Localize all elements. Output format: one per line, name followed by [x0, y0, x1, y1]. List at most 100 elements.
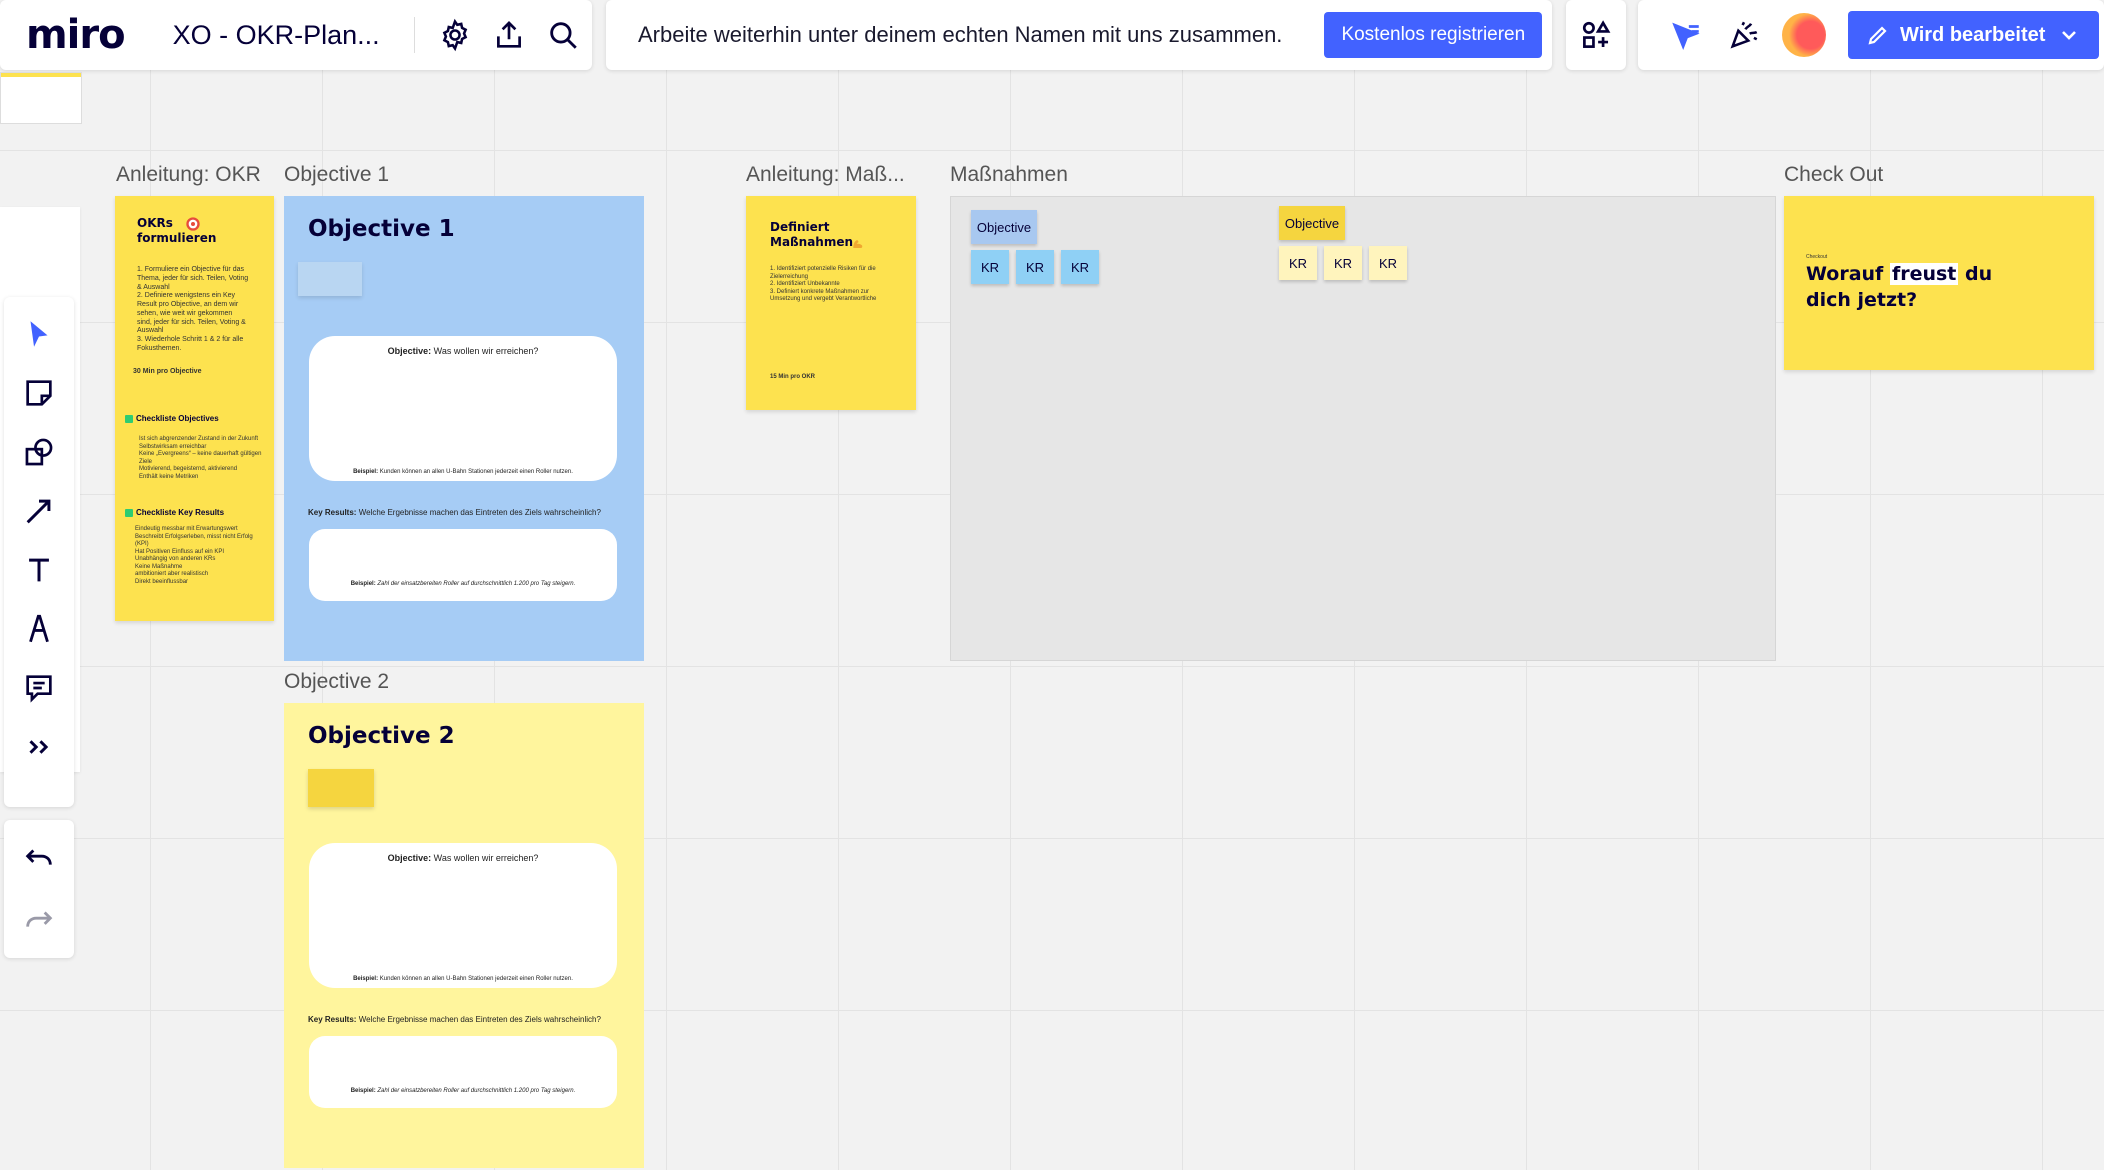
example-label: Beispiel:: [350, 581, 376, 587]
checkout-question-highlight: freust: [1889, 263, 1959, 285]
key-results-example: Zahl der einsatzbereiten Roller auf durc…: [377, 1088, 576, 1094]
gear-icon[interactable]: [431, 7, 481, 63]
frame-label-objective-1[interactable]: Objective 1: [284, 163, 389, 187]
chevron-down-icon: [2057, 23, 2081, 47]
frame-label-objective-2[interactable]: Objective 2: [284, 670, 389, 694]
board-title[interactable]: XO - OKR-Plan...: [173, 20, 380, 51]
guest-banner: Arbeite weiterhin unter deinem echten Na…: [606, 0, 1552, 70]
checklist-item: Motivierend, begeisternd, aktivierend: [139, 466, 238, 472]
key-results-example: Zahl der einsatzbereiten Roller auf durc…: [377, 581, 576, 587]
instruction-step: 1. Formuliere ein Objective für das Them…: [137, 266, 249, 291]
instruction-time: 15 Min pro OKR: [770, 374, 816, 380]
search-icon[interactable]: [538, 7, 588, 63]
cursor-flag-icon[interactable]: [1662, 11, 1710, 59]
objective-1-frame[interactable]: Objective 1 Objective: Was wollen wir er…: [284, 196, 644, 661]
objective-card[interactable]: Objective: Was wollen wir erreichen? Bei…: [309, 336, 617, 481]
blank-sticky-note[interactable]: [298, 262, 362, 296]
apps-icon[interactable]: [1579, 18, 1613, 52]
undo-icon[interactable]: [12, 832, 66, 886]
key-results-label: Key Results:: [308, 1015, 357, 1024]
kr-sticky-note[interactable]: KR: [1016, 250, 1054, 284]
collaboration-panel: Wird bearbeitet: [1638, 0, 2104, 70]
objective-question-label: Objective:: [387, 346, 432, 356]
instruction-step: 2. Identifiziert Unbekannte: [770, 281, 840, 287]
example-label: Beispiel:: [353, 976, 379, 982]
topbar-left: miro XO - OKR-Plan...: [0, 0, 592, 70]
example-label: Beispiel:: [350, 1088, 376, 1094]
instruction-sticky-okr[interactable]: OKRs formulieren 1. Formuliere ein Objec…: [115, 196, 274, 621]
target-icon: [185, 216, 201, 232]
key-results-card[interactable]: Beispiel: Zahl der einsatzbereiten Rolle…: [309, 1036, 617, 1108]
register-button[interactable]: Kostenlos registrieren: [1324, 12, 1543, 58]
left-toolbar: [4, 297, 74, 807]
key-results-question: Welche Ergebnisse machen das Eintreten d…: [358, 1015, 601, 1024]
checkbox-checked-icon: [125, 414, 133, 423]
checklist-item: Keine „Evergreens“ – keine dauerhaft gül…: [139, 451, 262, 465]
comment-icon[interactable]: [12, 661, 66, 715]
objective-question: Was wollen wir erreichen?: [433, 346, 539, 356]
blank-sticky-note[interactable]: [308, 769, 374, 807]
kr-sticky-note[interactable]: KR: [1324, 246, 1362, 280]
line-icon[interactable]: [12, 484, 66, 538]
checklist-item: Unabhängig von anderen KRs: [135, 556, 216, 562]
select-icon[interactable]: [12, 307, 66, 361]
objective-sticky-note[interactable]: Objective: [1279, 206, 1345, 240]
editing-mode-button[interactable]: Wird bearbeitet: [1848, 11, 2100, 59]
pen-icon[interactable]: [12, 602, 66, 656]
divider: [413, 17, 415, 53]
objective-example: Kunden können an allen U-Bahn Stationen …: [379, 469, 573, 475]
board-thumbnail-card[interactable]: [0, 72, 82, 124]
kr-sticky-note[interactable]: KR: [1369, 246, 1407, 280]
instruction-step: 3. Wiederhole Schritt 1 & 2 für alle Fok…: [137, 336, 244, 352]
history-toolbar: [4, 820, 74, 958]
objective-sticky-note[interactable]: Objective: [971, 210, 1037, 244]
checkout-sticky[interactable]: Checkout Worauf freust du dich jetzt?: [1784, 196, 2094, 370]
checklist-item: Enthält keine Metriken: [139, 473, 199, 480]
checkout-kicker: Checkout: [1806, 254, 1828, 260]
instruction-step: 2. Definiere wenigstens ein Key Result p…: [137, 292, 246, 335]
kr-sticky-note[interactable]: KR: [1061, 250, 1099, 284]
checkout-question-start: Worauf: [1806, 263, 1890, 285]
shapes-icon[interactable]: [12, 425, 66, 479]
miro-logo[interactable]: miro: [26, 12, 126, 58]
apps-panel: [1566, 0, 1626, 70]
objective-title: Objective 2: [308, 723, 455, 749]
checklist-item: Beschreibt Erfolgserleben, misst nicht E…: [135, 533, 253, 548]
kr-sticky-note[interactable]: KR: [971, 250, 1009, 284]
frame-label-check-out[interactable]: Check Out: [1784, 163, 1883, 187]
objective-question-label: Objective:: [387, 853, 432, 863]
objective-2-frame[interactable]: Objective 2 Objective: Was wollen wir er…: [284, 703, 644, 1168]
instruction-step: 1. Identifiziert potenzielle Risiken für…: [770, 266, 876, 280]
share-icon[interactable]: [484, 7, 534, 63]
celebrate-icon[interactable]: [1720, 11, 1768, 59]
key-results-card[interactable]: Beispiel: Zahl der einsatzbereiten Rolle…: [309, 529, 617, 601]
checklist-title: Checkliste Objectives: [136, 414, 219, 423]
kr-sticky-note[interactable]: KR: [1279, 246, 1317, 280]
checklist-item: Hat Positiven Einfluss auf ein KPI: [135, 548, 225, 555]
banner-text: Arbeite weiterhin unter deinem echten Na…: [638, 22, 1283, 47]
more-icon[interactable]: [12, 720, 66, 774]
pencil-icon: [1866, 23, 1890, 47]
avatar[interactable]: [1782, 13, 1826, 57]
text-icon[interactable]: [12, 543, 66, 597]
checklist-item: Keine Maßnahme: [135, 563, 183, 570]
instruction-sticky-massnahmen[interactable]: Definiert Maßnahmen 1. Identifiziert pot…: [746, 196, 916, 410]
checklist-item: Ist sich abgrenzender Zustand in der Zuk…: [139, 436, 259, 442]
example-label: Beispiel:: [353, 469, 379, 475]
objective-question: Was wollen wir erreichen?: [433, 853, 539, 863]
editing-mode-label: Wird bearbeitet: [1900, 23, 2046, 46]
checkbox-checked-icon: [125, 508, 133, 517]
checklist-item: Direkt beeinflussbar: [135, 578, 189, 585]
objective-title: Objective 1: [308, 216, 455, 242]
frame-label-anleitung-okr[interactable]: Anleitung: OKR: [116, 163, 261, 187]
frame-label-anleitung-massnahmen[interactable]: Anleitung: Maß...: [746, 163, 905, 187]
checklist-item: Selbstwirksam erreichbar: [139, 443, 207, 450]
objective-card[interactable]: Objective: Was wollen wir erreichen? Bei…: [309, 843, 617, 988]
frame-label-massnahmen[interactable]: Maßnahmen: [950, 163, 1068, 187]
flexed-arm-icon: [850, 236, 866, 252]
massnahmen-frame[interactable]: Objective KR KR KR Objective KR KR KR: [950, 196, 1776, 661]
sticky-note-icon[interactable]: [12, 366, 66, 420]
redo-icon[interactable]: [12, 894, 66, 948]
instruction-time: 30 Min pro Objective: [133, 368, 202, 375]
checklist-item: ambitioniert aber realistisch: [135, 571, 209, 577]
